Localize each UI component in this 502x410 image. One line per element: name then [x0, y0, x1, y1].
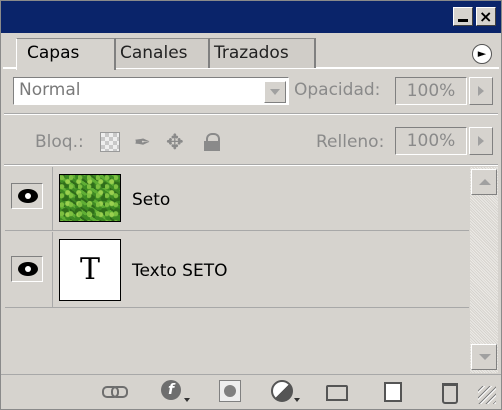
minimize-button[interactable]	[453, 7, 473, 26]
opacity-slider-arrow-icon[interactable]	[469, 77, 493, 105]
close-icon: ×	[479, 7, 493, 26]
tab-canales[interactable]: Canales	[110, 38, 210, 68]
new-group-icon[interactable]	[326, 380, 348, 402]
layer-style-icon[interactable]: f	[161, 380, 190, 402]
fill-slider-arrow-icon[interactable]	[469, 127, 493, 155]
lock-paint-icon[interactable]: ✒	[134, 132, 154, 152]
resize-grip-icon[interactable]	[478, 386, 496, 404]
scroll-down-button[interactable]	[471, 344, 497, 370]
divider	[4, 113, 498, 115]
lock-move-icon[interactable]: ✥	[166, 132, 186, 153]
layer-name[interactable]: Texto SETO	[132, 261, 227, 281]
opacity-label: Opacidad:	[294, 80, 381, 100]
opacity-field[interactable]: 100%	[395, 77, 467, 105]
fill-label: Relleno:	[316, 132, 385, 152]
layer-thumbnail[interactable]	[59, 174, 121, 222]
lock-all-icon[interactable]	[202, 132, 222, 152]
text-layer-thumbnail[interactable]: T	[59, 239, 121, 301]
tab-trazados[interactable]: Trazados	[204, 38, 316, 68]
divider	[52, 232, 53, 308]
eye-icon	[18, 189, 38, 203]
close-button[interactable]: ×	[476, 7, 496, 26]
chevron-down-icon[interactable]	[264, 81, 286, 103]
lock-transparency-icon[interactable]	[100, 132, 120, 152]
delete-layer-icon[interactable]	[438, 380, 460, 404]
link-layers-icon[interactable]	[102, 380, 128, 402]
lock-label: Bloq.:	[35, 132, 84, 152]
fill-field[interactable]: 100%	[395, 127, 467, 155]
scrollbar-track[interactable]	[470, 167, 498, 373]
scroll-up-button[interactable]	[471, 169, 497, 195]
layer-name[interactable]: Seto	[132, 190, 170, 210]
bottom-toolbar	[1, 374, 501, 409]
add-mask-icon[interactable]	[219, 380, 241, 402]
tab-capas[interactable]: Capas	[16, 38, 116, 70]
minimize-icon	[458, 19, 468, 22]
new-layer-icon[interactable]	[382, 380, 404, 402]
blend-mode-value: Normal	[19, 80, 81, 100]
eye-icon	[18, 262, 38, 276]
new-adjustment-layer-icon[interactable]	[271, 380, 300, 402]
blend-mode-select[interactable]: Normal	[13, 77, 289, 105]
visibility-toggle[interactable]	[11, 256, 43, 282]
visibility-toggle[interactable]	[11, 183, 43, 209]
panel-menu-arrow-icon[interactable]: ►	[472, 44, 492, 64]
panel-title-bar[interactable]	[1, 1, 501, 33]
divider	[4, 164, 498, 166]
divider	[52, 167, 53, 231]
